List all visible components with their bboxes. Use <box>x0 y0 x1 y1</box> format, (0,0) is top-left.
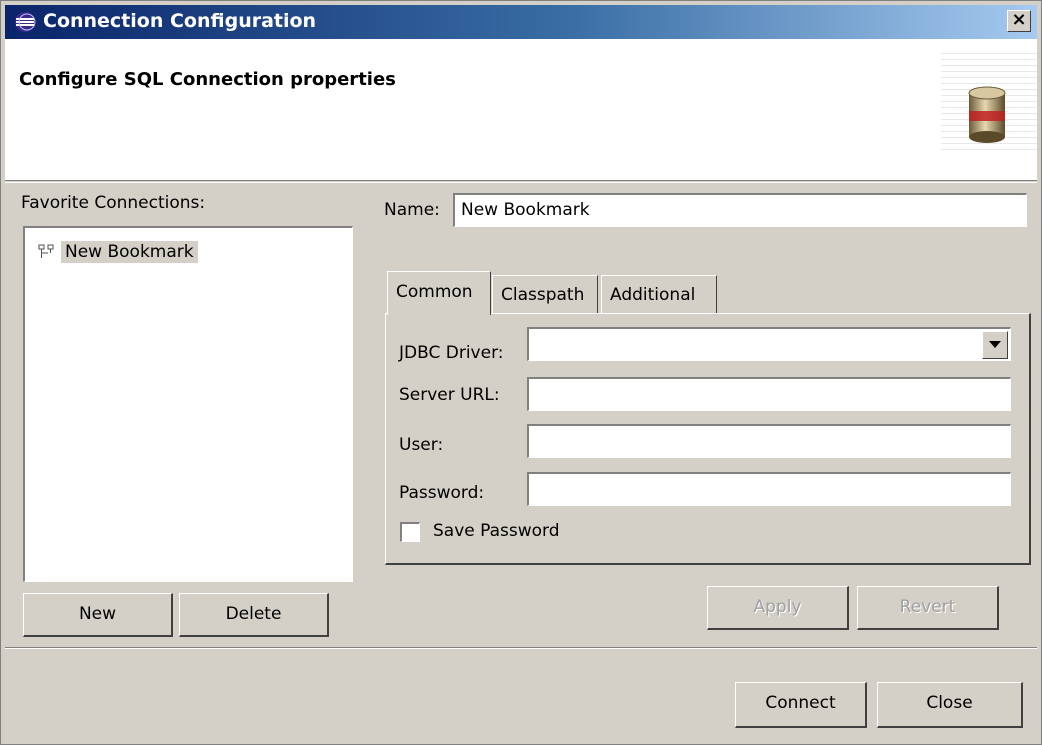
connect-button[interactable]: Connect <box>735 682 867 728</box>
close-icon: × <box>1011 9 1027 30</box>
dropdown-button[interactable] <box>982 331 1008 359</box>
list-item-label: New Bookmark <box>61 241 198 263</box>
name-label: Name: <box>384 200 440 220</box>
jdbc-driver-label: JDBC Driver: <box>399 343 504 363</box>
jdbc-driver-select[interactable] <box>527 327 1011 361</box>
header-banner: Configure SQL Connection properties <box>5 39 1037 181</box>
favorite-connections-label: Favorite Connections: <box>21 193 206 213</box>
user-input[interactable] <box>527 424 1011 458</box>
banner-title: Configure SQL Connection properties <box>19 69 396 90</box>
delete-button[interactable]: Delete <box>179 593 329 637</box>
name-input[interactable]: New Bookmark <box>453 193 1027 227</box>
tab-classpath[interactable]: Classpath <box>492 275 598 313</box>
footer-divider-highlight <box>5 648 1037 649</box>
apply-button[interactable]: Apply <box>707 586 849 630</box>
window-title: Connection Configuration <box>43 10 317 32</box>
tab-common[interactable]: Common <box>387 271 491 315</box>
eclipse-icon <box>15 12 36 32</box>
save-password-checkbox[interactable] <box>400 522 420 542</box>
banner-divider <box>5 182 1037 183</box>
favorite-connections-list[interactable]: New Bookmark <box>23 226 353 582</box>
tab-additional[interactable]: Additional <box>601 275 717 313</box>
password-label: Password: <box>399 483 485 503</box>
list-item[interactable]: New Bookmark <box>37 240 198 264</box>
server-url-input[interactable] <box>527 377 1011 411</box>
new-button[interactable]: New <box>23 593 173 637</box>
database-icon <box>968 86 1006 143</box>
chevron-down-icon <box>989 341 1001 348</box>
server-url-label: Server URL: <box>399 385 500 405</box>
connection-configuration-dialog: Connection Configuration × Configure SQL… <box>0 0 1042 745</box>
title-bar[interactable]: Connection Configuration × <box>5 5 1037 39</box>
save-password-label: Save Password <box>433 521 560 541</box>
close-window-button[interactable]: × <box>1007 10 1031 32</box>
password-input[interactable] <box>527 472 1011 506</box>
user-label: User: <box>399 435 444 455</box>
revert-button[interactable]: Revert <box>857 586 999 630</box>
close-button[interactable]: Close <box>877 682 1023 728</box>
bookmark-tree-icon <box>38 244 54 258</box>
